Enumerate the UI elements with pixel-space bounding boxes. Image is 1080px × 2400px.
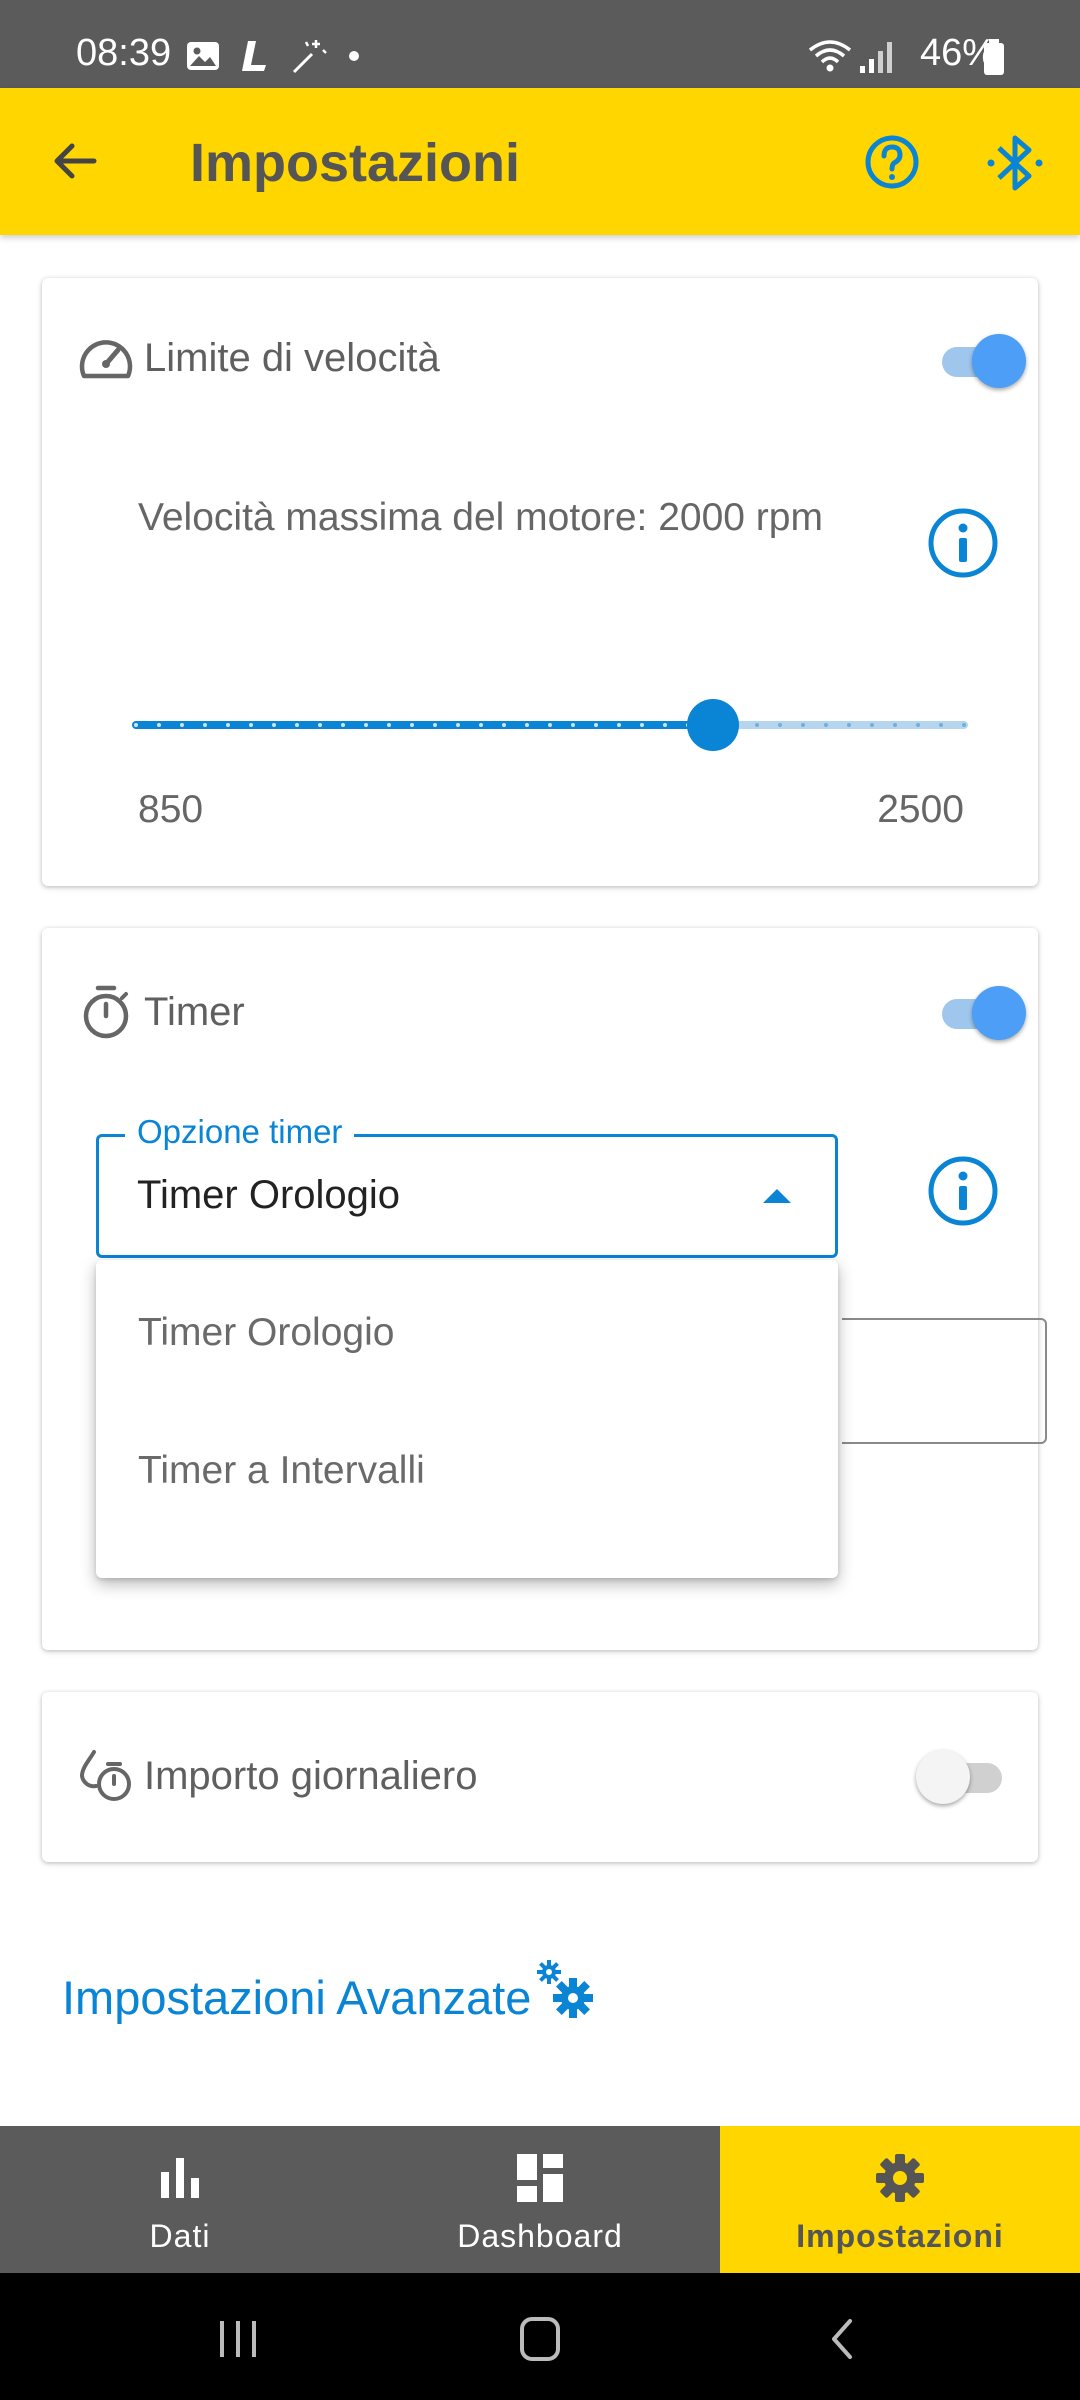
slider-tick — [617, 723, 621, 727]
gallery-icon — [187, 42, 219, 70]
max-speed-text: Velocità massima del motore: 2000 rpm — [138, 496, 823, 539]
l-app-icon — [242, 41, 266, 71]
slider-tick — [433, 723, 437, 727]
slider-tick — [824, 723, 828, 727]
timer-label: Timer — [144, 989, 245, 1034]
slider-tick — [364, 723, 368, 727]
timer-value-field[interactable] — [842, 1318, 1047, 1444]
slider-tick — [939, 723, 943, 727]
gear-icon — [876, 2154, 924, 2202]
timer-option-label: Opzione timer — [125, 1113, 355, 1151]
speedometer-icon — [79, 340, 133, 379]
slider-tick — [318, 723, 322, 727]
nav-label-impostazioni: Impostazioni — [796, 2218, 1004, 2254]
daily-amount-label: Importo giornaliero — [144, 1753, 478, 1798]
nav-item-impostazioni[interactable]: Impostazioni — [720, 2126, 1080, 2273]
slider-tick — [456, 723, 460, 727]
dot-icon — [349, 51, 359, 61]
gears-icon — [537, 1959, 594, 2018]
slider-tick — [962, 723, 966, 727]
bottom-navigation: Dati Dashboard Impostazioni — [0, 2126, 1080, 2273]
status-time: 08:39 — [76, 32, 172, 74]
slider-tick — [203, 723, 207, 727]
app-bar: Impostazioni — [0, 88, 1080, 235]
menu-item-timer-intervalli[interactable]: Timer a Intervalli — [96, 1406, 838, 1536]
slider-tick — [387, 723, 391, 727]
slider-tick — [180, 723, 184, 727]
nav-item-dati[interactable]: Dati — [0, 2126, 360, 2273]
daily-amount-toggle[interactable] — [916, 1750, 1006, 1804]
slider-tick — [778, 723, 782, 727]
dashboard-icon — [517, 2154, 563, 2202]
info-icon[interactable] — [926, 506, 1000, 580]
bluetooth-icon[interactable] — [985, 128, 1045, 198]
slider-tick — [272, 723, 276, 727]
info-icon[interactable] — [926, 1154, 1000, 1228]
slider-max-label: 2500 — [877, 788, 964, 831]
system-navigation-bar — [0, 2273, 1080, 2400]
advanced-settings-label: Impostazioni Avanzate — [62, 1971, 532, 2024]
slider-tick — [341, 723, 345, 727]
nav-label-dashboard: Dashboard — [457, 2218, 623, 2254]
signal-icon — [860, 42, 892, 73]
timer-option-value: Timer Orologio — [137, 1173, 401, 1217]
slider-tick — [226, 723, 230, 727]
speed-slider[interactable] — [132, 694, 968, 754]
slider-tick-marks — [134, 723, 966, 727]
slider-tick — [916, 723, 920, 727]
slider-tick — [157, 723, 161, 727]
timer-toggle[interactable] — [938, 986, 1026, 1040]
nav-label-dati: Dati — [149, 2218, 211, 2254]
page-title: Impostazioni — [190, 133, 521, 193]
slider-tick — [525, 723, 529, 727]
slider-tick — [410, 723, 414, 727]
slider-tick — [479, 723, 483, 727]
timer-option-menu: Timer Orologio Timer a Intervalli — [96, 1260, 838, 1578]
speed-limit-label: Limite di velocità — [144, 335, 440, 380]
battery-icon — [984, 39, 1004, 75]
wifi-icon — [808, 40, 852, 72]
speed-limit-card: Limite di velocità Velocità massima del … — [42, 278, 1038, 886]
magic-wand-icon — [292, 40, 327, 74]
slider-tick — [502, 723, 506, 727]
slider-tick — [548, 723, 552, 727]
status-bar: 08:39 46% — [0, 0, 1080, 88]
stopwatch-icon — [83, 985, 129, 1039]
slider-tick — [295, 723, 299, 727]
daily-amount-card: Importo giornaliero — [42, 1692, 1038, 1862]
slider-thumb[interactable] — [687, 699, 740, 751]
slider-tick — [663, 723, 667, 727]
back-nav-icon[interactable] — [826, 2317, 858, 2361]
slider-tick — [594, 723, 598, 727]
water-timer-icon — [79, 1750, 131, 1801]
slider-tick — [134, 723, 138, 727]
menu-item-timer-orologio[interactable]: Timer Orologio — [96, 1268, 838, 1398]
slider-tick — [870, 723, 874, 727]
timer-option-dropdown[interactable]: Opzione timer Timer Orologio — [96, 1113, 838, 1258]
slider-min-label: 850 — [138, 788, 204, 831]
advanced-settings-link[interactable]: Impostazioni Avanzate — [62, 1959, 597, 2025]
slider-tick — [893, 723, 897, 727]
nav-item-dashboard[interactable]: Dashboard — [360, 2126, 720, 2273]
slider-tick — [801, 723, 805, 727]
recent-apps-icon[interactable] — [216, 2317, 260, 2361]
slider-tick — [755, 723, 759, 727]
slider-tick — [640, 723, 644, 727]
slider-tick — [847, 723, 851, 727]
bar-chart-icon — [161, 2158, 199, 2198]
caret-up-icon — [763, 1189, 791, 1203]
slider-tick — [571, 723, 575, 727]
slider-tick — [249, 723, 253, 727]
speed-limit-toggle[interactable] — [938, 334, 1026, 388]
home-icon[interactable] — [518, 2315, 562, 2363]
arrow-back-icon[interactable] — [44, 131, 104, 191]
help-circle-icon[interactable] — [862, 132, 922, 192]
